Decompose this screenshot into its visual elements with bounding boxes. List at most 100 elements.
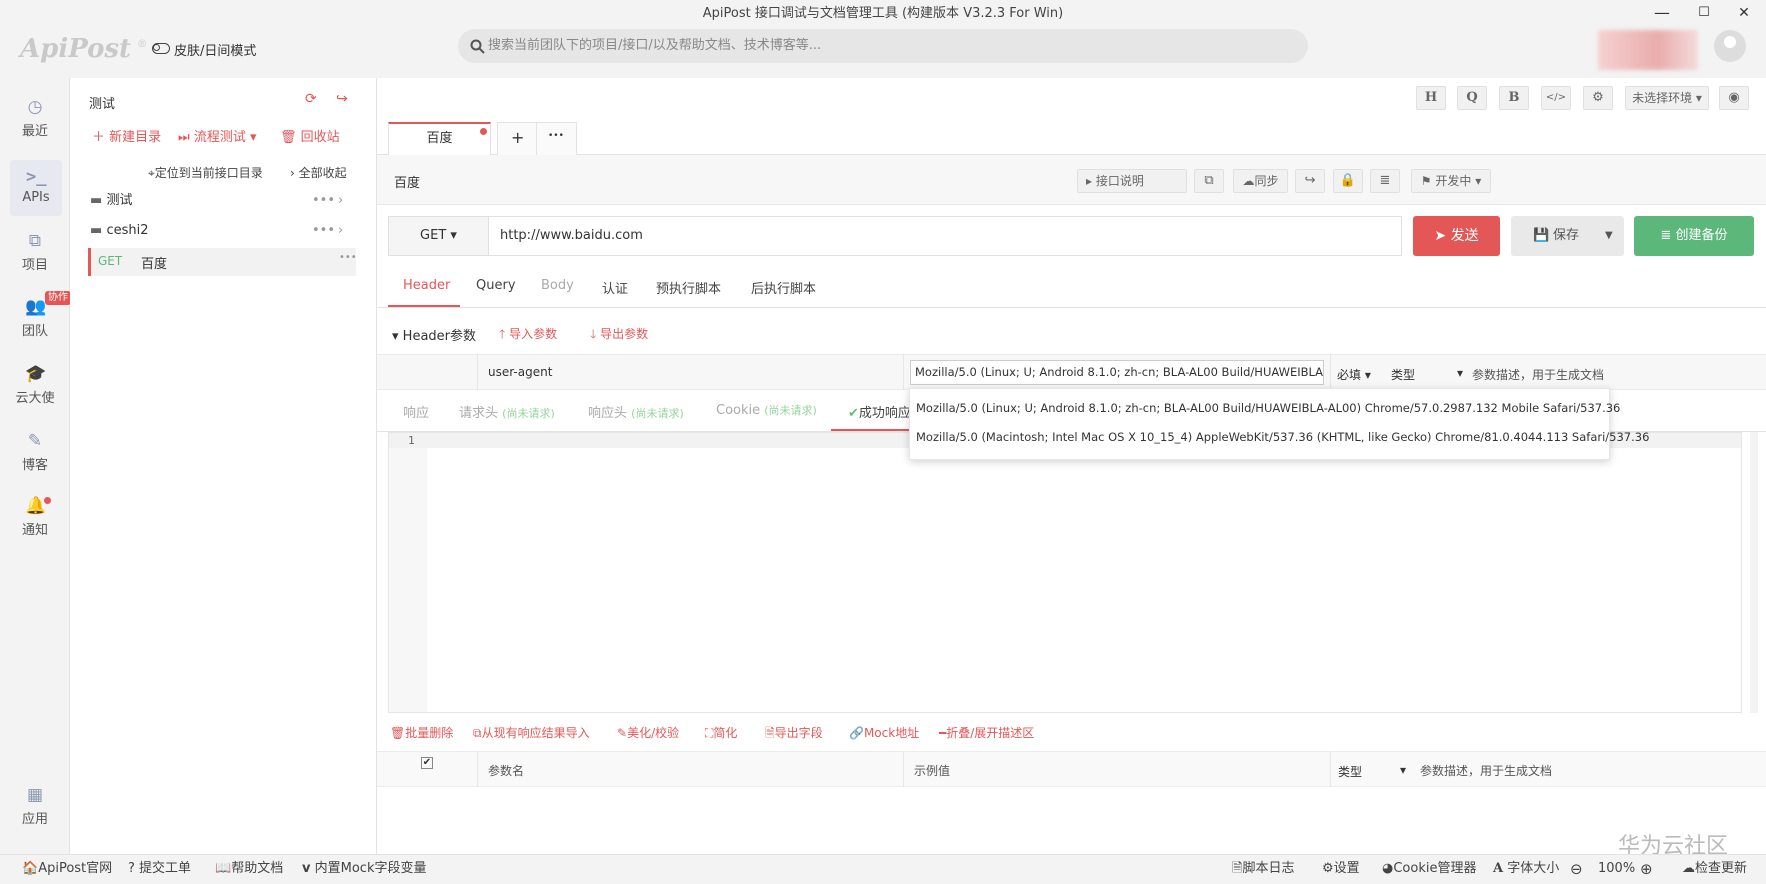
share-icon[interactable]: ↪ bbox=[336, 91, 348, 107]
request-name[interactable]: 百度 bbox=[394, 172, 420, 191]
ticket-link[interactable]: ? 提交工单 bbox=[128, 854, 191, 884]
import-params-button[interactable]: 🡑 导入参数 bbox=[499, 325, 557, 346]
header-section-toggle[interactable]: ▾ Header参数 bbox=[392, 325, 476, 344]
header-value-input[interactable]: Mozilla/5.0 (Linux; U; Android 8.1.0; zh… bbox=[910, 360, 1324, 385]
collapse-all-button[interactable]: › 全部收起 bbox=[290, 164, 347, 181]
settings-button[interactable]: ⚙ bbox=[1583, 86, 1613, 110]
flag-icon: ⚑ bbox=[1420, 174, 1432, 188]
graduation-cap-icon: 🎓 bbox=[25, 364, 47, 384]
required-select[interactable]: 必填 ▾ bbox=[1337, 366, 1371, 383]
nav-item-apis[interactable]: >_ APIs bbox=[10, 160, 62, 216]
eye-button[interactable]: ◉ bbox=[1719, 86, 1749, 110]
b-button[interactable]: B bbox=[1499, 86, 1529, 110]
desc-input[interactable]: 参数描述，用于生成文档 bbox=[1472, 366, 1604, 383]
mock-url-button[interactable]: 🔗Mock地址 bbox=[849, 724, 919, 741]
h-button[interactable]: H bbox=[1416, 86, 1446, 110]
import-from-response-button[interactable]: ⧉从现有响应结果导入 bbox=[473, 724, 590, 741]
tab-query[interactable]: Query bbox=[476, 278, 516, 293]
locate-button[interactable]: ⌖定位到当前接口目录 bbox=[148, 164, 263, 181]
minimize-button[interactable]: — bbox=[1640, 0, 1684, 28]
header-key-input[interactable]: user-agent bbox=[488, 365, 552, 379]
save-button[interactable]: 💾 保存 ▼ bbox=[1511, 216, 1624, 256]
check-update-button[interactable]: ☁检查更新 bbox=[1682, 854, 1747, 884]
request-info-bar bbox=[377, 155, 1766, 205]
copy-icon[interactable]: ⧉ bbox=[1194, 169, 1224, 193]
refresh-icon[interactable]: ⟳ bbox=[305, 91, 317, 107]
new-dir-button[interactable]: ＋ 新建目录 bbox=[92, 126, 161, 145]
nav-item-project[interactable]: ⧉ 项目 bbox=[0, 232, 70, 273]
script-log-button[interactable]: 🗎脚本日志 bbox=[1232, 854, 1294, 884]
search-input[interactable]: 搜索当前团队下的项目/接口/以及帮助文档、技术博客等... bbox=[458, 29, 1308, 63]
status-select[interactable]: ⚑ 开发中 ▾ bbox=[1411, 169, 1491, 193]
nav-item-notify[interactable]: 🔔 通知 bbox=[0, 497, 70, 538]
tab-auth[interactable]: 认证 bbox=[602, 278, 628, 297]
editor-gutter bbox=[389, 433, 427, 712]
editor-scrollbar[interactable] bbox=[1750, 432, 1758, 713]
tab-response-header[interactable]: 响应头 (尚未请求) bbox=[588, 402, 684, 421]
method-select[interactable]: GET ▾ bbox=[389, 217, 489, 255]
simplify-button[interactable]: ⛶简化 bbox=[705, 724, 737, 741]
folder-icon: ▬ bbox=[90, 223, 103, 238]
tab-cookie[interactable]: Cookie (尚未请求) bbox=[716, 402, 817, 418]
tab-response[interactable]: 响应 bbox=[403, 402, 429, 421]
tab-post-script[interactable]: 后执行脚本 bbox=[751, 278, 816, 297]
beautify-button[interactable]: ✎美化/校验 bbox=[617, 724, 679, 741]
tab-success-response[interactable]: ✔成功响应 bbox=[848, 402, 911, 421]
backup-button[interactable]: ≣ 创建备份 bbox=[1634, 216, 1754, 256]
zoom-in-button[interactable]: ⊕ bbox=[1640, 854, 1653, 884]
database-icon[interactable]: ≣ bbox=[1370, 169, 1400, 193]
terminal-icon: >_ bbox=[26, 167, 47, 187]
type-select[interactable]: 类型 ▾ bbox=[1391, 366, 1463, 383]
send-button[interactable]: ➤ 发送 bbox=[1413, 216, 1500, 256]
code-button[interactable]: </> bbox=[1541, 86, 1571, 110]
mock-vars-link[interactable]: v 内置Mock字段变量 bbox=[302, 854, 426, 884]
tab-header[interactable]: Header bbox=[403, 278, 450, 293]
chevron-right-icon: › bbox=[290, 166, 295, 180]
doc-button[interactable]: ▸ 接口说明 bbox=[1077, 169, 1187, 193]
cookie-manager-button[interactable]: ◕Cookie管理器 bbox=[1382, 854, 1476, 884]
nav-item-ambassador[interactable]: 🎓 云大使 bbox=[0, 365, 70, 406]
skin-mode-toggle[interactable]: 皮肤/日间模式 bbox=[174, 40, 256, 59]
avatar[interactable] bbox=[1714, 30, 1746, 62]
more-tabs-button[interactable]: ••• bbox=[548, 131, 564, 141]
settings-button[interactable]: ⚙设置 bbox=[1322, 854, 1360, 884]
tree-api-item[interactable]: GET 百度 ••• bbox=[88, 248, 357, 276]
help-docs-link[interactable]: 📖帮助文档 bbox=[215, 854, 283, 884]
batch-delete-button[interactable]: 🗑批量删除 bbox=[390, 724, 453, 741]
add-tab-button[interactable]: + bbox=[511, 128, 524, 147]
official-site-link[interactable]: 🏠ApiPost官网 bbox=[22, 854, 112, 884]
export-params-button[interactable]: 🡓 导出参数 bbox=[590, 325, 648, 346]
team-badge: 协作 bbox=[45, 291, 71, 305]
sync-button[interactable]: ☁同步 bbox=[1233, 169, 1288, 193]
response-editor[interactable] bbox=[388, 432, 1742, 713]
tab-request-header[interactable]: 请求头 (尚未请求) bbox=[459, 402, 555, 421]
database-icon: ≣ bbox=[1660, 228, 1676, 243]
tree-folder[interactable]: ▬ 测试 ••• › bbox=[90, 187, 352, 215]
zoom-out-button[interactable]: ⊖ bbox=[1570, 854, 1583, 884]
lock-icon[interactable]: 🔒 bbox=[1333, 169, 1363, 193]
chevron-right-icon: › bbox=[338, 223, 344, 238]
suggestion-item[interactable]: Mozilla/5.0 (Linux; U; Android 8.1.0; zh… bbox=[916, 401, 1620, 415]
tab-body[interactable]: Body bbox=[541, 278, 574, 293]
copy-icon: ⧉ bbox=[473, 726, 482, 740]
toggle-icon[interactable] bbox=[152, 43, 170, 54]
maximize-button[interactable]: ☐ bbox=[1682, 0, 1726, 28]
tab-pre-script[interactable]: 预执行脚本 bbox=[656, 278, 721, 297]
url-input[interactable]: http://www.baidu.com bbox=[500, 228, 643, 243]
close-button[interactable]: ✕ bbox=[1722, 0, 1766, 28]
suggestion-item[interactable]: Mozilla/5.0 (Macintosh; Intel Mac OS X 1… bbox=[916, 430, 1649, 444]
tab-baidu[interactable]: 百度 bbox=[388, 122, 491, 155]
toggle-desc-button[interactable]: ━折叠/展开描述区 bbox=[939, 724, 1034, 741]
export-fields-button[interactable]: 🗎导出字段 bbox=[765, 724, 823, 745]
select-all-checkbox[interactable]: ✔ bbox=[421, 757, 433, 769]
recycle-button[interactable]: 🗑 回收站 bbox=[280, 126, 340, 145]
type-header-select[interactable]: 类型 ▾ bbox=[1338, 763, 1418, 780]
flow-test-button[interactable]: ⏭ 流程测试 ▾ bbox=[178, 126, 257, 145]
share-icon[interactable]: ↪ bbox=[1295, 169, 1325, 193]
tree-folder[interactable]: ▬ ceshi2 ••• › bbox=[90, 217, 352, 245]
nav-item-blog[interactable]: ✎ 博客 bbox=[0, 432, 70, 473]
q-button[interactable]: Q bbox=[1457, 86, 1487, 110]
env-select[interactable]: 未选择环境 ▾ bbox=[1625, 86, 1709, 110]
nav-item-recent[interactable]: ◷ 最近 bbox=[0, 98, 70, 139]
nav-item-apps[interactable]: ▦ 应用 bbox=[0, 786, 70, 827]
